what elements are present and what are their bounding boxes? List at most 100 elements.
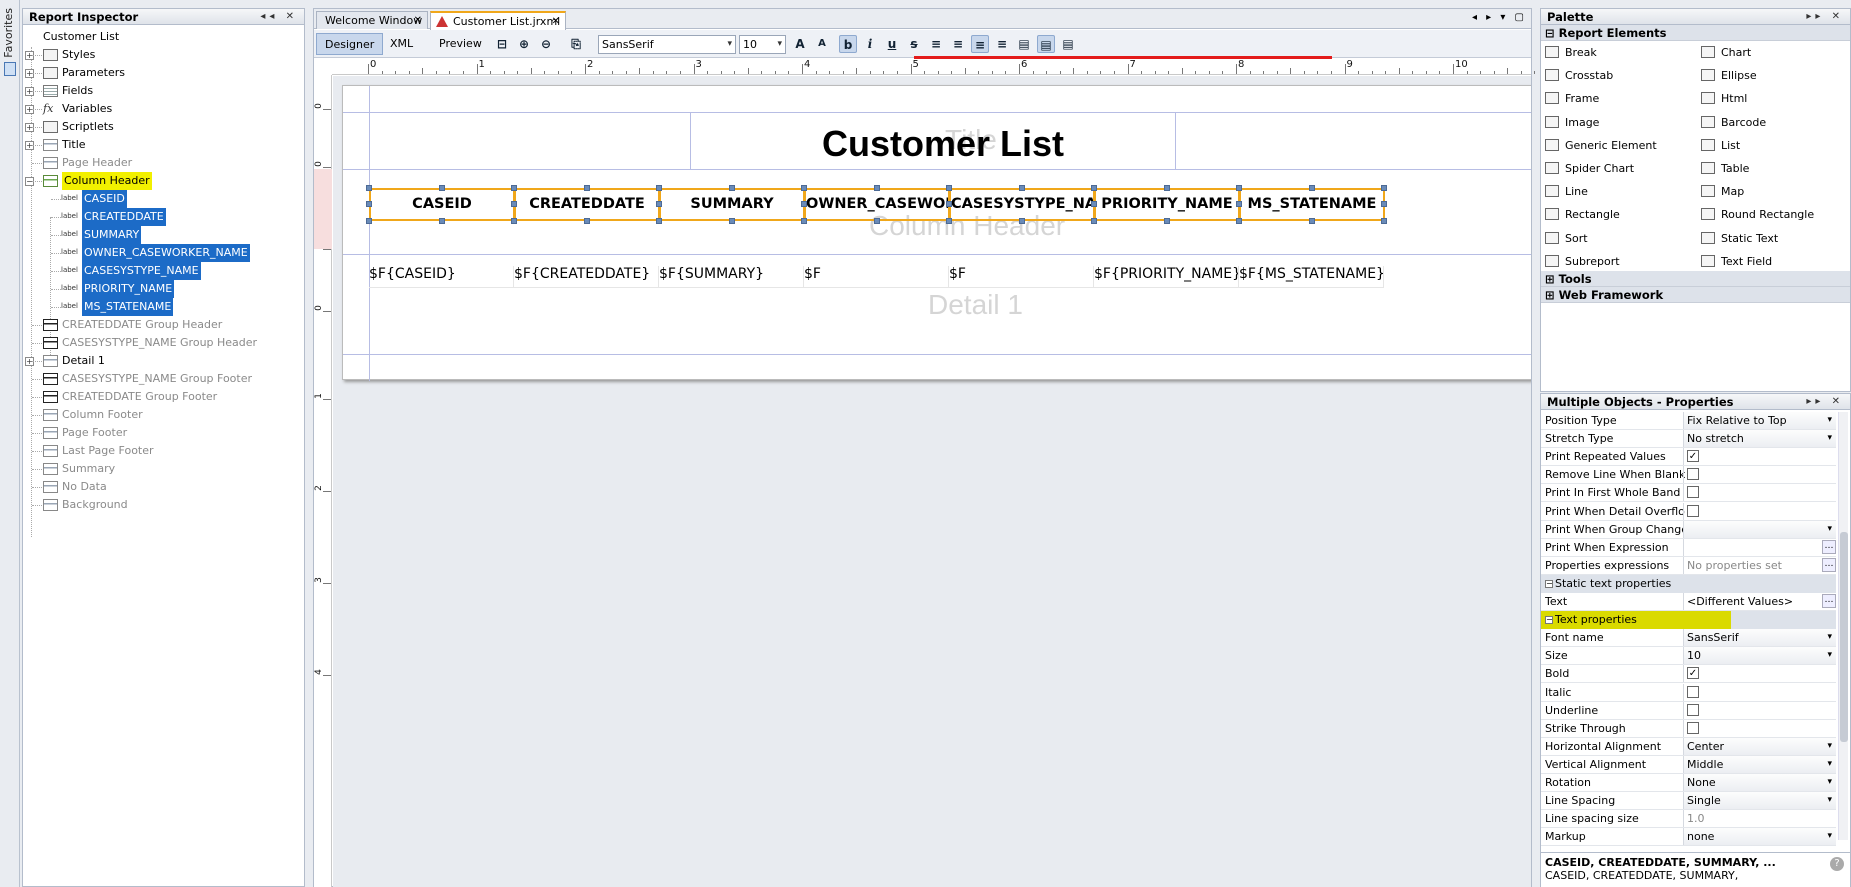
column-header-cell[interactable]: CREATEDDATE <box>514 188 660 221</box>
tree-item[interactable]: label MS_STATENAME <box>23 298 303 316</box>
scrollbar-thumb[interactable] <box>1840 532 1848 742</box>
resize-handle[interactable] <box>1236 218 1242 224</box>
property-value[interactable] <box>1683 484 1836 502</box>
property-value[interactable] <box>1683 683 1836 701</box>
font-name-combo[interactable]: SansSerif ▾ <box>598 35 736 54</box>
help-icon[interactable]: ? <box>1830 857 1844 871</box>
resize-handle[interactable] <box>1308 218 1315 224</box>
property-row[interactable]: Print When Detail Overflows <box>1541 502 1836 521</box>
detail-field[interactable]: $F{MS_STATENAME} <box>1239 266 1384 288</box>
tree-item[interactable]: No Data <box>23 478 303 496</box>
detail-field[interactable]: $F{SUMMARY} <box>659 266 804 288</box>
resize-handle[interactable] <box>801 218 807 224</box>
property-value[interactable]: SansSerif ▾ <box>1683 629 1836 647</box>
close-icon[interactable]: ✕ <box>414 12 422 29</box>
detail-field[interactable]: $F <box>804 266 949 288</box>
align-middle-icon[interactable]: ▤ <box>1037 35 1055 53</box>
property-value[interactable]: <Different Values>… <box>1683 593 1836 610</box>
tree-item[interactable]: Last Page Footer <box>23 442 303 460</box>
resize-handle[interactable] <box>1018 185 1025 191</box>
resize-handle[interactable] <box>801 201 807 207</box>
palette-item-image[interactable]: Image <box>1545 113 1599 133</box>
property-value[interactable]: Fix Relative to Top ▾ <box>1683 412 1836 429</box>
palette-item-list[interactable]: List <box>1701 136 1740 156</box>
property-value[interactable]: 1.0 <box>1683 810 1836 828</box>
tree-item[interactable]: label CREATEDDATE <box>23 208 303 226</box>
property-row[interactable]: Horizontal Alignment Center ▾ <box>1541 737 1836 756</box>
resize-handle[interactable] <box>1236 185 1242 191</box>
resize-handle[interactable] <box>511 201 517 207</box>
checkbox[interactable] <box>1687 468 1699 481</box>
design-canvas[interactable]: Title Customer List Column Header Detail… <box>333 76 1531 887</box>
palette-category-tools[interactable]: ⊞ Tools <box>1541 271 1850 287</box>
property-value[interactable]: ✓ <box>1683 665 1836 683</box>
property-value[interactable]: none ▾ <box>1683 828 1836 846</box>
resize-handle[interactable] <box>656 185 662 191</box>
align-center-icon[interactable]: ≡ <box>971 35 989 53</box>
strikethrough-icon[interactable]: s <box>905 35 923 53</box>
palette-item-subreport[interactable]: Subreport <box>1545 252 1620 272</box>
tree-item[interactable]: label PRIORITY_NAME <box>23 280 303 298</box>
palette-item-break[interactable]: Break <box>1545 43 1597 63</box>
palette-item-map[interactable]: Map <box>1701 182 1744 202</box>
resize-handle[interactable] <box>946 201 952 207</box>
checkbox[interactable] <box>1687 504 1699 517</box>
align-justify-icon[interactable]: ≡ <box>949 35 967 53</box>
property-value[interactable] <box>1683 701 1836 719</box>
property-value[interactable]: Center ▾ <box>1683 737 1836 755</box>
property-value[interactable]: None ▾ <box>1683 774 1836 791</box>
palette-item-ellipse[interactable]: Ellipse <box>1701 66 1757 86</box>
resize-handle[interactable] <box>438 218 445 224</box>
checkbox[interactable] <box>1687 685 1699 698</box>
report-title[interactable]: Customer List <box>673 123 1213 165</box>
resize-handle[interactable] <box>656 201 662 207</box>
ellipsis-button[interactable]: … <box>1822 594 1836 608</box>
palette-item-table[interactable]: Table <box>1701 159 1749 179</box>
tree-item[interactable]: + Parameters <box>23 64 303 82</box>
resize-handle[interactable] <box>1091 185 1097 191</box>
tree-item[interactable]: + fx Variables <box>23 100 303 118</box>
column-header-cell[interactable]: CASEID <box>369 188 515 221</box>
tree-item[interactable]: label CASESYSTYPE_NAME <box>23 262 303 280</box>
underline-icon[interactable]: u <box>883 35 901 53</box>
palette-item-static-text[interactable]: Static Text <box>1701 229 1778 249</box>
detail-field[interactable]: $F <box>949 266 1094 288</box>
palette-item-crosstab[interactable]: Crosstab <box>1545 66 1613 86</box>
resize-handle[interactable] <box>438 185 445 191</box>
resize-handle[interactable] <box>1163 185 1170 191</box>
properties-scrollbar[interactable] <box>1838 412 1848 840</box>
property-value[interactable] <box>1683 466 1836 484</box>
resize-handle[interactable] <box>1381 218 1387 224</box>
resize-handle[interactable] <box>1018 218 1025 224</box>
palette-item-spider-chart[interactable]: Spider Chart <box>1545 159 1634 179</box>
designer-mode-button[interactable]: Designer <box>316 33 384 55</box>
ellipsis-button[interactable]: … <box>1822 539 1836 554</box>
paste-icon[interactable]: ⎘ <box>567 35 585 53</box>
palette-item-sort[interactable]: Sort <box>1545 229 1588 249</box>
property-row[interactable]: Print In First Whole Band <box>1541 484 1836 503</box>
resize-handle[interactable] <box>366 201 372 207</box>
resize-handle[interactable] <box>873 218 880 224</box>
property-value[interactable]: … <box>1683 538 1836 556</box>
tab-customer-list[interactable]: Customer List.jrxml ✕ <box>430 11 566 30</box>
favorites-icon[interactable] <box>4 62 16 76</box>
detail-field[interactable]: $F{CASEID} <box>369 266 514 288</box>
property-row[interactable]: Line Spacing Single ▾ <box>1541 792 1836 811</box>
decrease-font-icon[interactable]: A <box>813 35 831 53</box>
resize-handle[interactable] <box>801 185 807 191</box>
close-icon[interactable]: ✕ <box>552 13 560 30</box>
tree-item[interactable]: + Title <box>23 136 303 154</box>
tree-item[interactable]: Summary <box>23 460 303 478</box>
property-section[interactable]: − Static text properties <box>1541 574 1836 593</box>
tree-item[interactable]: CREATEDDATE Group Footer <box>23 388 303 406</box>
palette-item-rectangle[interactable]: Rectangle <box>1545 205 1620 225</box>
resize-handle[interactable] <box>728 185 735 191</box>
detail-field[interactable]: $F{PRIORITY_NAME} <box>1094 266 1239 288</box>
resize-handle[interactable] <box>1236 201 1242 207</box>
property-section[interactable]: − Text properties <box>1541 611 1836 630</box>
property-row[interactable]: Remove Line When Blank <box>1541 466 1836 485</box>
resize-handle[interactable] <box>366 218 372 224</box>
tree-item[interactable]: label CASEID <box>23 190 303 208</box>
checkbox[interactable]: ✓ <box>1687 450 1699 463</box>
xml-mode-button[interactable]: XML <box>382 33 421 55</box>
